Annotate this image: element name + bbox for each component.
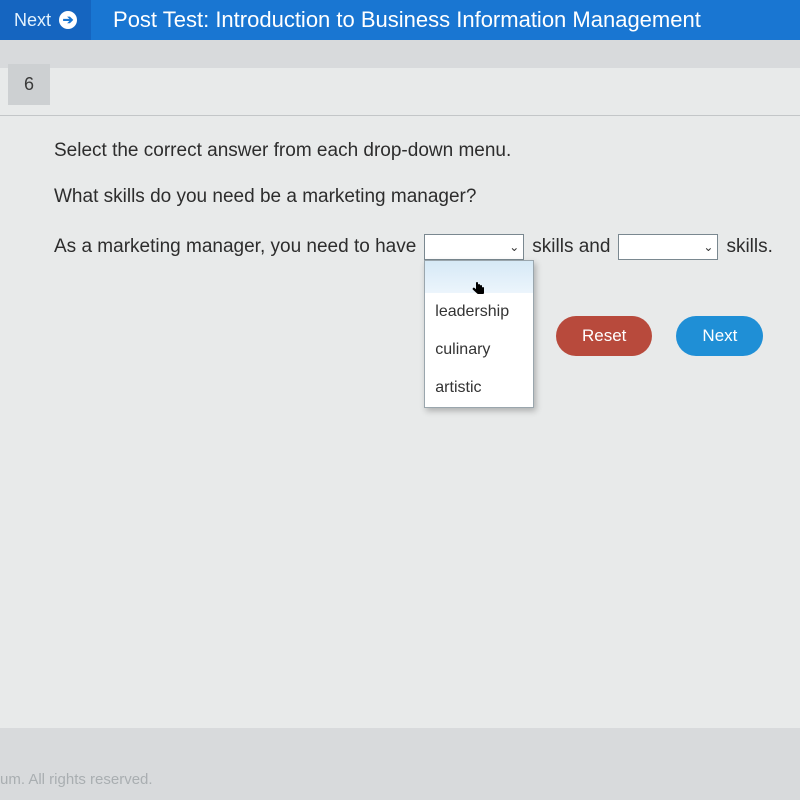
button-row: Reset Next (556, 316, 763, 356)
sentence-part-1: As a marketing manager, you need to have (54, 236, 416, 258)
arrow-right-icon: ➔ (59, 11, 77, 29)
content-area: 6 Select the correct answer from each dr… (0, 68, 800, 728)
chevron-down-icon: ⌄ (509, 240, 519, 254)
header-bar: Next ➔ Post Test: Introduction to Busine… (0, 0, 800, 40)
chevron-down-icon: ⌄ (703, 240, 713, 254)
next-button[interactable]: Next (676, 316, 763, 356)
prompt-text: What skills do you need be a marketing m… (54, 186, 800, 208)
dropdown-1-option-artistic[interactable]: artistic (425, 369, 533, 407)
dropdown-1-option-blank[interactable] (425, 261, 533, 293)
question-number: 6 (8, 64, 50, 105)
sentence-part-2: skills and (532, 236, 610, 258)
dropdown-1-list: leadership culinary artistic (424, 260, 534, 408)
answer-sentence: As a marketing manager, you need to have… (54, 234, 800, 260)
dropdown-1-wrap: ⌄ leadership culinary artistic (424, 234, 524, 260)
dropdown-1-option-culinary[interactable]: culinary (425, 331, 533, 369)
page-title: Post Test: Introduction to Business Info… (113, 7, 701, 33)
footer-text: um. All rights reserved. (0, 771, 153, 788)
header-next-button[interactable]: Next ➔ (0, 0, 91, 40)
instruction-text: Select the correct answer from each drop… (54, 140, 800, 162)
cursor-hand-icon (471, 281, 487, 304)
question-block: Select the correct answer from each drop… (0, 116, 800, 260)
dropdown-2[interactable]: ⌄ (618, 234, 718, 260)
reset-button[interactable]: Reset (556, 316, 652, 356)
dropdown-1[interactable]: ⌄ (424, 234, 524, 260)
sentence-part-3: skills. (726, 236, 772, 258)
header-next-label: Next (14, 10, 51, 31)
